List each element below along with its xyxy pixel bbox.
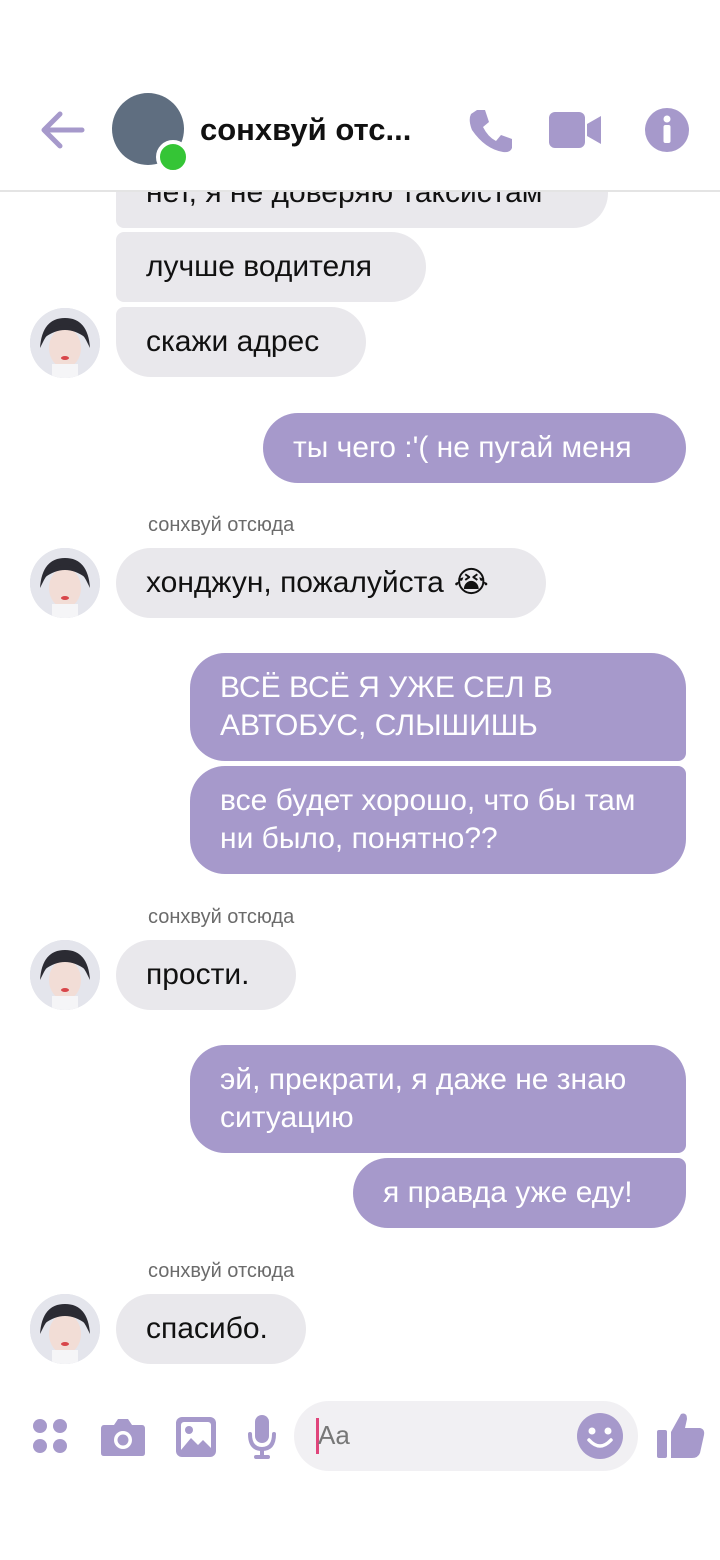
emoji-button[interactable] [576,1412,624,1465]
message-text: спасибо. [146,1312,268,1345]
microphone-icon [248,1415,276,1459]
message-bubble-outgoing[interactable]: я правда уже еду! [353,1158,686,1228]
sender-name: сонхвуй отсюда [148,1260,295,1282]
message-bubble-incoming[interactable]: скажи адрес [116,307,366,377]
message-bubble-outgoing[interactable]: эй, прекрати, я даже не знаю ситуацию [190,1045,686,1153]
camera-button[interactable] [100,1417,146,1462]
thumbs-up-icon [657,1413,705,1458]
contact-avatar[interactable] [30,940,100,1010]
voice-message-button[interactable] [247,1414,277,1465]
contact-avatar[interactable] [30,308,100,378]
apps-icon [33,1419,67,1453]
message-bubble-outgoing[interactable]: ты чего :'( не пугай меня [263,413,686,483]
message-text: прости. [146,958,250,991]
message-bubble-incoming[interactable]: прости. [116,940,296,1010]
message-text: я правда уже еду! [383,1176,633,1209]
online-status-indicator [156,140,190,174]
phone-icon [469,110,512,153]
contact-name[interactable]: сонхвуй отс... [200,112,430,148]
contact-avatar[interactable] [30,548,100,618]
gallery-icon [176,1417,216,1457]
info-button[interactable] [644,107,690,158]
message-text: скажи адрес [146,325,320,358]
back-arrow-icon [41,111,85,149]
message-text: лучше водителя [146,250,372,283]
sender-name: сонхвуй отсюда [148,514,295,536]
conversation-header: сонхвуй отс... [0,0,720,192]
message-text: ВСЁ ВСЁ Я УЖЕ СЕЛ В АВТОБУС, СЛЫШИШЬ [220,671,553,742]
voice-call-button[interactable] [465,106,515,161]
video-call-button[interactable] [549,112,603,153]
message-bubble-outgoing[interactable]: ВСЁ ВСЁ Я УЖЕ СЕЛ В АВТОБУС, СЛЫШИШЬ [190,653,686,761]
message-text: все будет хорошо, что бы там ни было, по… [220,784,636,855]
message-text: эй, прекрати, я даже не знаю ситуацию [220,1063,627,1134]
message-bubble-incoming[interactable]: лучше водителя [116,232,426,302]
camera-icon [101,1419,145,1456]
message-bubble-outgoing[interactable]: все будет хорошо, что бы там ни было, по… [190,766,686,874]
gallery-button[interactable] [175,1416,217,1463]
more-actions-button[interactable] [32,1418,68,1459]
message-input-placeholder: Aa [318,1420,350,1450]
info-icon [645,108,689,152]
message-bubble-incoming[interactable]: хонджун, пожалуйста 😭 [116,548,546,618]
contact-avatar[interactable] [30,1294,100,1364]
emoji-icon [577,1413,623,1459]
message-text: хонджун, пожалуйста [146,566,444,599]
like-button[interactable] [656,1410,706,1465]
back-button[interactable] [38,108,88,152]
video-camera-icon [549,112,601,148]
crying-face-emoji: 😭 [453,566,489,599]
message-bubble-incoming[interactable]: спасибо. [116,1294,306,1364]
message-text: ты чего :'( не пугай меня [293,431,632,464]
message-list[interactable]: нет, я не доверяю таксистам лучше водите… [0,0,720,1390]
sender-name: сонхвуй отсюда [148,906,295,928]
